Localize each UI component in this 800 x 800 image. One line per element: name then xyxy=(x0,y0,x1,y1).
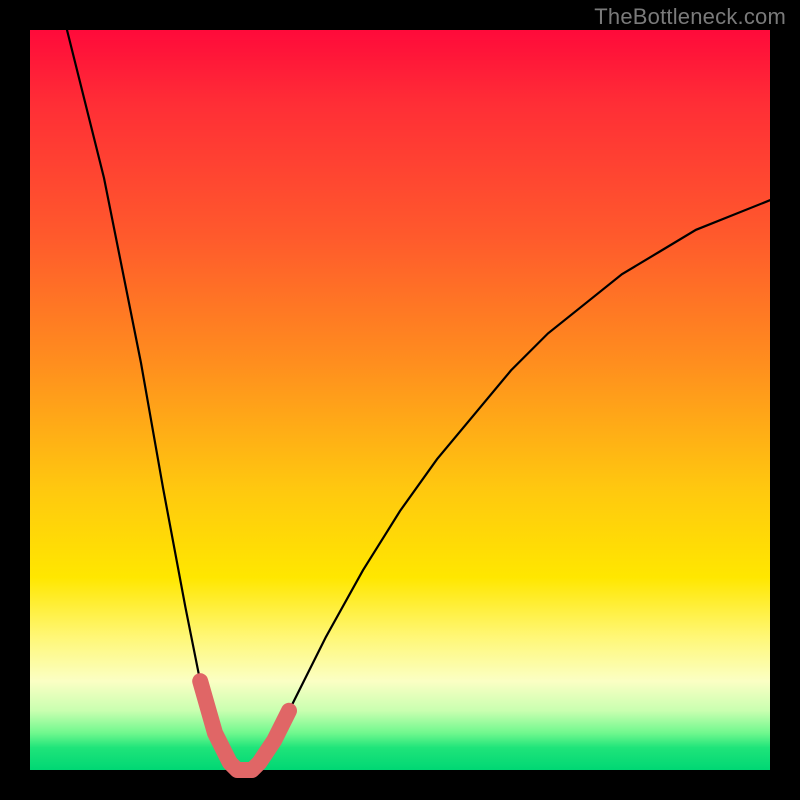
chart-frame: TheBottleneck.com xyxy=(0,0,800,800)
plot-area xyxy=(30,30,770,770)
trough-marker xyxy=(200,681,289,770)
curve-layer xyxy=(30,30,770,770)
watermark-label: TheBottleneck.com xyxy=(594,4,786,30)
bottleneck-curve xyxy=(67,30,770,770)
